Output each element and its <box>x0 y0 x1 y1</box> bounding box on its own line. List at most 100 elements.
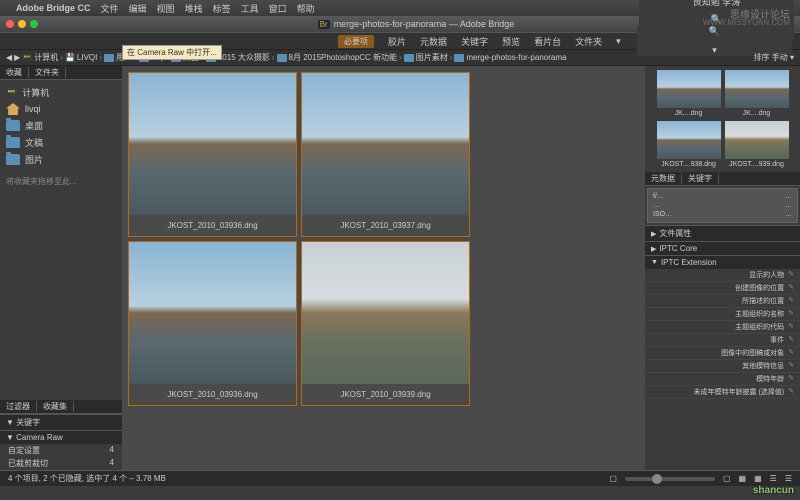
thumbnail-image <box>302 73 469 215</box>
left-panel: 收藏 文件夹 📟计算机 livqi 桌面 文稿 图片 将收藏夹拖移至此... 过… <box>0 66 122 470</box>
fav-home[interactable]: livqi <box>6 101 116 117</box>
menu-edit[interactable]: 编辑 <box>129 2 147 15</box>
tab-folders[interactable]: 文件夹 <box>29 67 66 78</box>
workspace-preview[interactable]: 预览 <box>502 35 520 48</box>
edit-icon: ✎ <box>788 387 794 397</box>
favorites-tabs: 收藏 文件夹 <box>0 66 122 80</box>
edit-icon: ✎ <box>788 322 794 332</box>
iptc-prop[interactable]: 创建图像的位置✎ <box>645 282 800 295</box>
app-name[interactable]: Adobe Bridge CC <box>16 3 91 13</box>
preview-panel: JK....dng JK....dng JKOST....938.dng JKO… <box>645 66 800 172</box>
edit-icon: ✎ <box>788 335 794 345</box>
iptc-prop[interactable]: 图像中的图稿或对象✎ <box>645 347 800 360</box>
zoom-icon[interactable] <box>30 20 38 28</box>
status-bar: 4 个项目, 2 个已隐藏, 选中了 4 个 – 3.78 MB ▢ ▢ ▦ ▦… <box>0 470 800 486</box>
view-lock-icon[interactable]: ▦ <box>754 474 762 483</box>
close-icon[interactable] <box>6 20 14 28</box>
workspace-folders[interactable]: 文件夹 <box>575 35 602 48</box>
iptc-prop[interactable]: 显示的人物✎ <box>645 269 800 282</box>
folder-icon <box>6 120 20 131</box>
edit-icon: ✎ <box>788 309 794 319</box>
tab-favorites[interactable]: 收藏 <box>0 67 29 78</box>
tab-metadata[interactable]: 元数据 <box>645 173 682 184</box>
tab-collections[interactable]: 收藏集 <box>37 401 74 412</box>
crumb-6[interactable]: 8月 2015PhotoshopCC 新功能 <box>277 52 398 63</box>
nav-back-icon[interactable]: ◀ <box>6 53 12 62</box>
edit-icon: ✎ <box>788 296 794 306</box>
menu-stack[interactable]: 堆栈 <box>185 2 203 15</box>
iptc-prop[interactable]: 主题组织的代码✎ <box>645 321 800 334</box>
thumbnail[interactable]: JKOST_2010_03936.dng <box>128 241 297 406</box>
preview-thumb[interactable]: JKOST....938.dng <box>657 121 721 168</box>
zoom-out-icon[interactable]: ▢ <box>609 474 617 483</box>
filter-row-custom[interactable]: 自定设置4 <box>0 444 122 457</box>
minimize-icon[interactable] <box>18 20 26 28</box>
section-file-props[interactable]: ▶文件属性 <box>645 225 800 241</box>
sort-dropdown[interactable]: 排序 手动 ▾ <box>754 52 794 63</box>
crumb-drive[interactable]: 💾 LIVQI <box>65 53 97 62</box>
thumbnail[interactable]: JKOST_2010_03936.dng <box>128 72 297 237</box>
thumbnail-size-slider[interactable] <box>625 477 715 481</box>
thumbnail[interactable]: JKOST_2010_03939.dng <box>301 241 470 406</box>
menu-label[interactable]: 标签 <box>213 2 231 15</box>
thumbnail-caption: JKOST_2010_03936.dng <box>129 215 296 236</box>
section-iptc-core[interactable]: ▶IPTC Core <box>645 241 800 255</box>
filter-row-cropped[interactable]: 已裁剪裁切4 <box>0 457 122 470</box>
fav-documents[interactable]: 文稿 <box>6 134 116 151</box>
fav-pictures[interactable]: 图片 <box>6 151 116 168</box>
crumb-8[interactable]: merge-photos-for-panorama <box>454 53 566 62</box>
tab-filter[interactable]: 过滤器 <box>0 401 37 412</box>
workspace-toolbar: 必要项 胶片 元数据 关键字 预览 看片台 文件夹 ▾ 🔍 ▾ <box>0 32 800 50</box>
tab-keywords[interactable]: 关键字 <box>682 173 719 184</box>
folder-icon <box>6 154 20 165</box>
iptc-prop[interactable]: 主题组织的名称✎ <box>645 308 800 321</box>
view-list-icon[interactable]: ☰ <box>770 474 777 483</box>
crumb-7[interactable]: 图片素材 <box>404 52 448 63</box>
camera-raw-tooltip: 在 Camera Raw 中打开... <box>122 45 222 60</box>
menu-tools[interactable]: 工具 <box>241 2 259 15</box>
menu-file[interactable]: 文件 <box>101 2 119 15</box>
fav-desktop[interactable]: 桌面 <box>6 117 116 134</box>
iptc-prop[interactable]: 其他模特信息✎ <box>645 360 800 373</box>
thumbnail-image <box>129 73 296 215</box>
thumbnail-caption: JKOST_2010_03939.dng <box>302 384 469 405</box>
workspace-keywords[interactable]: 关键字 <box>461 35 488 48</box>
traffic-lights <box>6 20 38 28</box>
window-title: merge-photos-for-panorama — Adobe Bridge <box>334 19 515 29</box>
workspace-lighttable[interactable]: 看片台 <box>534 35 561 48</box>
menu-window[interactable]: 窗口 <box>269 2 287 15</box>
toolbar-chevron-icon[interactable]: ▾ <box>712 45 717 56</box>
preview-thumb[interactable]: JKOST....939.dng <box>725 121 789 168</box>
thumbnail[interactable]: JKOST_2010_03937.dng <box>301 72 470 237</box>
iptc-prop[interactable]: 模特年龄✎ <box>645 373 800 386</box>
fav-computer[interactable]: 📟计算机 <box>6 84 116 101</box>
preview-thumb[interactable]: JK....dng <box>725 70 789 117</box>
section-iptc-ext[interactable]: ▼IPTC Extension <box>645 255 800 269</box>
search-icon[interactable]: 🔍 <box>709 26 720 37</box>
status-text: 4 个项目, 2 个已隐藏, 选中了 4 个 – 3.78 MB <box>8 473 166 484</box>
workspace-essentials[interactable]: 必要项 <box>338 35 374 48</box>
menu-view[interactable]: 视图 <box>157 2 175 15</box>
filter-cameraraw-header[interactable]: ▼ Camera Raw <box>0 430 122 444</box>
edit-icon: ✎ <box>788 374 794 384</box>
preview-thumb[interactable]: JK....dng <box>657 70 721 117</box>
menu-help[interactable]: 帮助 <box>297 2 315 15</box>
mac-menubar: Adobe Bridge CC 文件 编辑 视图 堆栈 标签 工具 窗口 帮助 … <box>0 0 800 16</box>
iptc-prop[interactable]: 事件✎ <box>645 334 800 347</box>
workspace-filmstrip[interactable]: 胶片 <box>388 35 406 48</box>
iptc-prop[interactable]: 未成年模特年龄披露 (选择值)✎ <box>645 386 800 399</box>
iptc-ext-list: 显示的人物✎ 创建图像的位置✎ 所描述的位置✎ 主题组织的名称✎ 主题组织的代码… <box>645 269 800 399</box>
view-grid-icon[interactable]: ▦ <box>739 474 747 483</box>
filter-keywords-header[interactable]: ▼ 关键字 <box>0 414 122 430</box>
favorites-drop-hint: 将收藏夹拖移至此... <box>0 172 122 191</box>
zoom-in-icon[interactable]: ▢ <box>723 474 731 483</box>
crumb-computer[interactable]: 📟 计算机 <box>22 52 58 63</box>
iptc-prop[interactable]: 所描述的位置✎ <box>645 295 800 308</box>
view-detail-icon[interactable]: ☰ <box>785 474 792 483</box>
workspace-more-icon[interactable]: ▾ <box>616 36 621 47</box>
thumbnail-caption: JKOST_2010_03937.dng <box>302 215 469 236</box>
computer-icon: 📟 <box>6 87 17 98</box>
edit-icon: ✎ <box>788 361 794 371</box>
nav-forward-icon[interactable]: ▶ <box>14 53 20 62</box>
workspace-metadata[interactable]: 元数据 <box>420 35 447 48</box>
